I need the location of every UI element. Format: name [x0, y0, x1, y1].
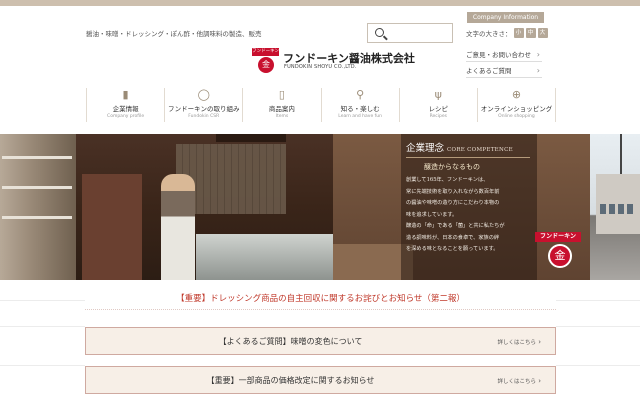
font-size-large-button[interactable]: 大	[537, 28, 548, 38]
nav-label: フンドーキンの取り組み	[168, 105, 240, 113]
cabinet	[82, 174, 142, 280]
divider	[556, 300, 640, 301]
search-icon[interactable]	[375, 28, 384, 37]
side-decoration	[556, 280, 640, 400]
nav-sublabel: Fundokin CSR	[188, 114, 220, 119]
hero-main-photo	[76, 134, 333, 280]
nav-label: レシピ	[428, 105, 449, 113]
bottle-icon: ▮	[122, 88, 129, 101]
read-more-link[interactable]: 詳しくはこちら	[497, 367, 541, 396]
logo-badge-text: フンドーキン	[252, 48, 279, 56]
chef-figure	[161, 174, 195, 280]
fork-icon: ψ	[434, 88, 442, 101]
philosophy-line: 醸造の「命」である「菌」と共に私たちが	[406, 223, 505, 229]
search-input[interactable]	[367, 23, 453, 43]
brand-badge: フンドーキン 金	[535, 232, 581, 274]
leaf-icon: ◯	[197, 88, 210, 101]
divider	[0, 365, 85, 366]
philosophy-line: 創業して165年、フンドーキンは、	[406, 177, 489, 183]
logo-badge: フンドーキン 金	[252, 48, 279, 74]
news-title: 【よくあるご質問】味噌の変色について	[218, 337, 363, 346]
nav-item-learn[interactable]: ⚲ 知る・楽しむ Learn and have fun	[322, 88, 400, 122]
nav-label: 知る・楽しむ	[340, 105, 380, 113]
news-title: 【重要】一部商品の価格改定に関するお知らせ	[206, 376, 375, 385]
faq-link[interactable]: よくあるご質問	[466, 64, 542, 78]
philosophy-line: 常に先端技術を取り入れながら数百年前	[406, 188, 500, 195]
nav-label: 商品案内	[268, 105, 295, 113]
search-icon: ⚲	[356, 88, 365, 101]
philosophy-subtitle: 醸造からなるもの	[424, 163, 480, 171]
philosophy-title-ja: 企業理念	[406, 143, 445, 154]
logo-mark-icon: 金	[258, 57, 274, 73]
philosophy-body: 創業して165年、フンドーキンは、 常に先端技術を取り入れながら数百年前 の醤油…	[406, 175, 534, 256]
top-strip	[0, 0, 640, 6]
philosophy-title: 企業理念 CORE COMPETENCE	[406, 140, 534, 154]
nav-label: 企業情報	[112, 105, 139, 113]
philosophy-line: 味を追求しています。	[406, 211, 458, 218]
read-more-link[interactable]: 詳しくはこちら	[497, 328, 541, 357]
range-hood	[216, 134, 286, 142]
hero-building-photo	[590, 134, 640, 280]
nav-sublabel: Company profile	[107, 114, 145, 119]
philosophy-line: 造る調味料が、日本の食卓で、家族の絆	[406, 234, 500, 241]
nav-label: オンラインショッピング	[480, 105, 553, 113]
brand-badge-text: フンドーキン	[535, 232, 581, 242]
corporate-philosophy: 企業理念 CORE COMPETENCE 醸造からなるもの 創業して165年、フン…	[406, 140, 534, 256]
font-size-medium-button[interactable]: 中	[525, 28, 536, 38]
nav-sublabel: Recipes	[429, 114, 447, 119]
nav-item-csr[interactable]: ◯ フンドーキンの取り組み Fundokin CSR	[165, 88, 244, 122]
side-decoration	[0, 280, 85, 400]
kitchen-counter	[196, 234, 333, 280]
contact-link[interactable]: ご意見・お問い合わせ	[466, 48, 542, 62]
divider	[556, 326, 640, 327]
divider	[0, 326, 85, 327]
divider	[556, 365, 640, 366]
nav-item-items[interactable]: ▯ 商品案内 Items	[243, 88, 322, 122]
recall-notice-link[interactable]: 【重要】ドレッシング商品の自主回収に関するお詫びとお知らせ（第二報）	[85, 288, 556, 310]
philosophy-line: を深める味となることを願っています。	[406, 246, 499, 252]
building-windows	[600, 204, 636, 214]
font-size-control: 文字の大きさ： 小 中 大	[466, 28, 548, 38]
font-size-small-button[interactable]: 小	[513, 28, 524, 38]
font-size-label: 文字の大きさ：	[466, 30, 512, 38]
nav-sublabel: Online shopping	[498, 114, 535, 119]
nav-sublabel: Items	[275, 114, 289, 119]
product-icon: ▯	[278, 88, 285, 101]
hero-kitchen-photo	[0, 134, 76, 280]
tagline: 醤油・味噌・ドレッシング・ぽん酢・他調味料の製造、販売	[86, 30, 262, 38]
news-item[interactable]: 【よくあるご質問】味噌の変色について 詳しくはこちら	[85, 327, 556, 355]
nav-sublabel: Learn and have fun	[338, 114, 382, 119]
company-info-button[interactable]: Company Information	[467, 12, 544, 23]
company-name-en: FUNDOKIN SHOYU CO.,LTD.	[284, 64, 357, 70]
nav-item-recipes[interactable]: ψ レシピ Recipes	[400, 88, 478, 122]
main-nav: ▮ 企業情報 Company profile ◯ フンドーキンの取り組み Fun…	[86, 88, 557, 122]
brand-mark-icon: 金	[548, 244, 572, 268]
news-item[interactable]: 【重要】一部商品の価格改定に関するお知らせ 詳しくはこちら	[85, 366, 556, 394]
divider	[0, 300, 85, 301]
site-logo[interactable]: フンドーキン 金 フンドーキン醤油株式会社 FUNDOKIN SHOYU CO.…	[252, 48, 415, 74]
philosophy-title-en: CORE COMPETENCE	[447, 147, 513, 153]
divider	[406, 157, 530, 158]
shelf	[2, 186, 72, 189]
nav-item-shopping[interactable]: ⊕ オンラインショッピング Online shopping	[478, 88, 557, 122]
cart-icon: ⊕	[511, 88, 522, 101]
shelf	[2, 216, 72, 219]
philosophy-line: の醤油や味噌の造り方にこだわり本物の	[406, 200, 500, 206]
shelf	[2, 156, 72, 159]
nav-item-company[interactable]: ▮ 企業情報 Company profile	[86, 88, 166, 122]
